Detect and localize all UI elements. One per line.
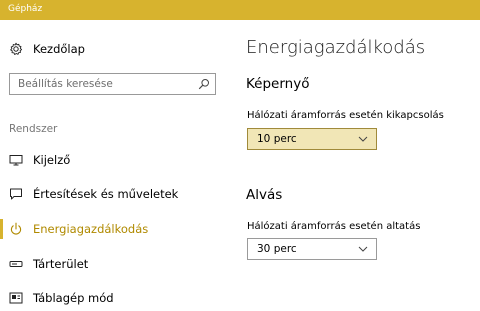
notification-icon <box>10 188 22 200</box>
chevron-down-icon <box>358 246 368 252</box>
sidebar-item-label: Értesítések és műveletek <box>33 187 179 201</box>
search-icon[interactable] <box>198 78 210 90</box>
sidebar-item-storage[interactable]: Tárterület <box>9 257 229 275</box>
tablet-mode-icon <box>9 292 23 304</box>
sleep-value: 30 perc <box>257 243 297 255</box>
storage-icon <box>9 261 23 267</box>
sidebar-item-notifications[interactable]: Értesítések és műveletek <box>9 187 229 205</box>
sidebar-item-label: Táblagép mód <box>33 291 114 305</box>
display-icon <box>9 155 23 166</box>
section-title-sleep: Alvás <box>246 187 283 203</box>
title-bar: Gépház <box>0 0 480 20</box>
section-header-system: Rendszer <box>9 123 58 135</box>
nav-home[interactable]: Kezdőlap <box>9 42 209 60</box>
sleep-select[interactable]: 30 perc <box>247 238 377 260</box>
screen-off-label: Hálózati áramforrás esetén kikapcsolás <box>247 110 444 121</box>
search-input[interactable]: Beállítás keresése <box>9 73 216 95</box>
screen-off-value: 10 perc <box>257 133 297 145</box>
sidebar-item-label: Energiagazdálkodás <box>33 222 149 236</box>
section-title-screen: Képernyő <box>246 76 310 92</box>
main-content: Energiagazdálkodás Képernyő Hálózati ára… <box>246 20 476 311</box>
sidebar-item-tablet-mode[interactable]: Táblagép mód <box>9 291 229 309</box>
sidebar: Kezdőlap Beállítás keresése Rendszer Kij… <box>0 20 230 311</box>
power-icon <box>10 222 22 235</box>
sidebar-item-label: Tárterület <box>33 257 89 271</box>
sidebar-item-power[interactable]: Energiagazdálkodás <box>9 222 229 240</box>
sidebar-item-display[interactable]: Kijelző <box>9 153 229 171</box>
sleep-label: Hálózati áramforrás esetén altatás <box>247 221 421 232</box>
page-title: Energiagazdálkodás <box>246 37 426 58</box>
active-indicator <box>0 219 3 239</box>
chevron-down-icon <box>358 136 368 142</box>
nav-home-label: Kezdőlap <box>33 42 85 56</box>
gear-icon <box>10 42 23 55</box>
window-title: Gépház <box>8 4 43 14</box>
sidebar-item-label: Kijelző <box>33 153 71 167</box>
screen-off-select[interactable]: 10 perc <box>247 128 377 150</box>
search-placeholder: Beállítás keresése <box>18 78 113 90</box>
